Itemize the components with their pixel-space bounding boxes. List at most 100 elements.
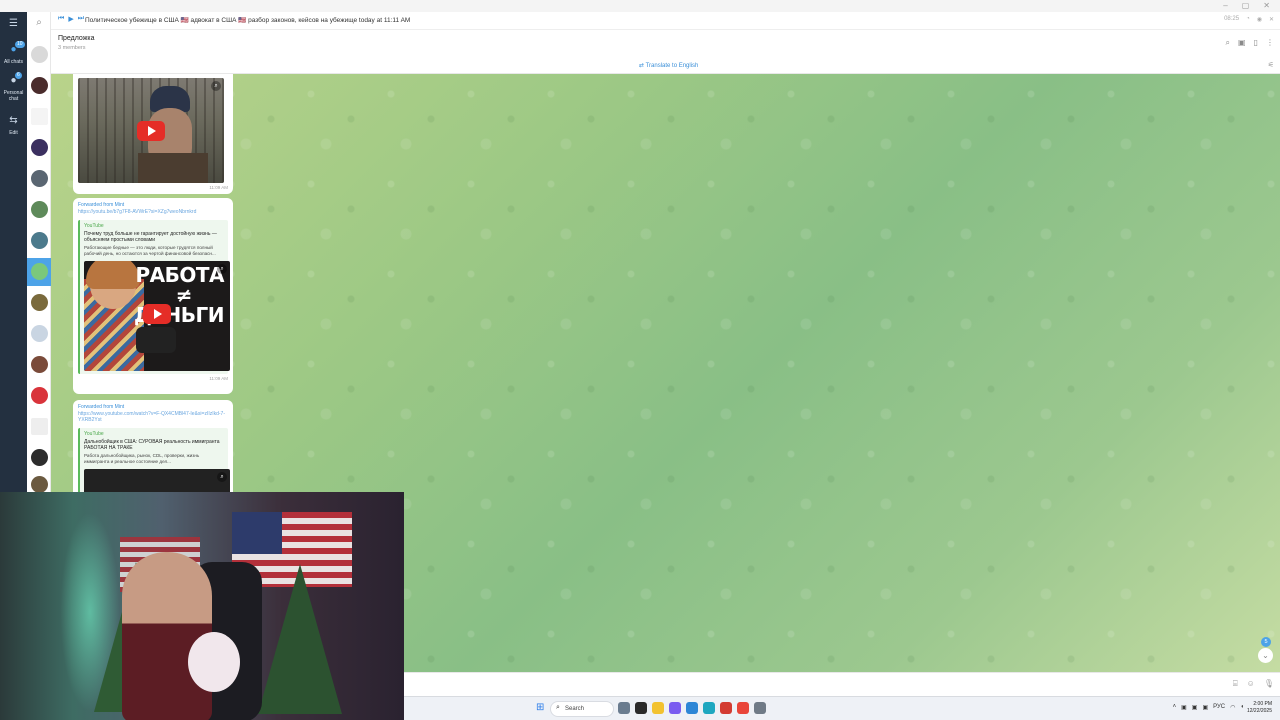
pinned-message-bar[interactable]: ⏮ ▶ ⏭ Политическое убежище в США 🇺🇸 адво… <box>51 12 1280 30</box>
message-bubble[interactable]: ⌕ 11:09 AM <box>73 74 233 194</box>
system-tray: ˄ ▣ ▣ ▣ РУС ◠ ◖ <box>1173 704 1244 711</box>
translate-bar: ⇄ Translate to English ⚟ <box>51 58 1280 74</box>
chat-title: Предложка <box>58 35 95 42</box>
webcam-plush-toy <box>188 632 240 692</box>
chat-avatar[interactable] <box>31 170 48 187</box>
tray-app-icon[interactable]: ▣ <box>1202 704 1208 711</box>
folder-edit[interactable]: ⇆ Edit <box>0 115 27 136</box>
video-thumbnail[interactable]: ⌕ <box>78 78 224 183</box>
header-actions: ⌕ ▣ ▯ ⋮ <box>1226 38 1274 48</box>
chat-avatar-logo[interactable] <box>31 418 48 435</box>
volume-icon[interactable]: ◉ <box>1257 16 1262 23</box>
minimize-button[interactable]: – <box>1223 0 1227 12</box>
video-thumbnail[interactable]: РАБОТА ≠ ДЕНЬГИ ⌕ <box>84 261 230 371</box>
taskbar-clock[interactable]: 2:00 PM 12/22/2025 <box>1247 701 1272 715</box>
chat-avatar[interactable] <box>31 232 48 249</box>
chat-avatar[interactable] <box>31 356 48 373</box>
personal-label: Personal chat <box>3 90 24 102</box>
chat-avatar-saved[interactable] <box>31 46 48 63</box>
chat-header[interactable]: Предложка 3 members ⌕ ▣ ▯ ⋮ <box>51 30 1280 58</box>
play-icon[interactable]: ▶ <box>68 15 73 23</box>
speed-icon[interactable]: ◔ <box>1246 16 1250 23</box>
chat-avatar[interactable] <box>31 139 48 156</box>
wifi-icon[interactable]: ◠ <box>1230 704 1235 711</box>
menu-button[interactable]: ☰ <box>0 18 27 30</box>
thumbnail-text: ≠ <box>175 283 193 307</box>
chevron-up-icon[interactable]: ˄ <box>1173 704 1177 711</box>
message-link[interactable]: https://www.youtube.com/watch?v=F-QX4CMB… <box>78 411 228 423</box>
language-indicator[interactable]: РУС <box>1213 704 1225 711</box>
edit-label: Edit <box>9 130 18 136</box>
close-icon[interactable]: ✕ <box>1269 16 1274 23</box>
unread-badge: 5 <box>1261 637 1271 647</box>
play-icon[interactable] <box>137 121 165 141</box>
forwarded-from[interactable]: Forwarded from Mint <box>78 202 228 208</box>
zoom-icon[interactable]: ⌕ <box>217 264 227 274</box>
search-icon[interactable]: ⌕ <box>1226 38 1230 48</box>
chat-avatar[interactable] <box>31 201 48 218</box>
chat-item-selected[interactable] <box>27 258 51 286</box>
message-bubble[interactable]: Forwarded from Mint https://youtu.be/b7g… <box>73 198 233 394</box>
chat-avatar[interactable] <box>31 325 48 342</box>
sliders-icon: ⇆ <box>9 115 18 126</box>
tray-app-icon[interactable]: ▣ <box>1192 704 1198 711</box>
more-icon[interactable]: ⋮ <box>1266 38 1274 48</box>
chat-avatar[interactable] <box>31 476 48 493</box>
chat-avatar[interactable] <box>31 77 48 94</box>
translate-icon: ⇄ <box>639 63 646 69</box>
flag-canton <box>232 512 282 554</box>
search-icon[interactable]: ⌕ <box>32 17 46 31</box>
settings-icon[interactable] <box>754 702 766 714</box>
commands-icon[interactable]: ⌸ <box>1233 679 1238 689</box>
taskbar-app-icon[interactable] <box>618 702 630 714</box>
chat-subtitle: 3 members <box>58 45 86 51</box>
sidebar-icon[interactable]: ▯ <box>1254 38 1258 48</box>
taskbar-app-icon[interactable] <box>635 702 647 714</box>
taskbar-search[interactable]: ⌕ Search <box>550 701 614 717</box>
zoom-icon[interactable]: ⌕ <box>217 472 227 482</box>
windows-start-icon[interactable]: ⊞ <box>536 703 546 713</box>
folder-all-chats[interactable]: ● 10 All chats <box>0 41 27 65</box>
taskbar-search-label: Search <box>565 706 585 712</box>
folder-icon[interactable] <box>652 702 664 714</box>
chat-avatar[interactable] <box>31 387 48 404</box>
emoji-icon[interactable]: ☺ <box>1247 679 1255 689</box>
preview-site: YouTube <box>84 431 104 437</box>
edge-icon[interactable] <box>703 702 715 714</box>
taskbar-app-icon[interactable] <box>720 702 732 714</box>
message-composer[interactable]: ⌸ ☺ 🎙 <box>404 672 1280 696</box>
forwarded-from[interactable]: Forwarded from Mint <box>78 404 228 410</box>
window-titlebar: – ▢ ✕ <box>0 0 1280 12</box>
next-icon[interactable]: ⏭ <box>78 15 84 23</box>
chat-avatar[interactable] <box>31 449 48 466</box>
zoom-icon[interactable]: ⌕ <box>211 81 221 91</box>
chat-avatar[interactable] <box>31 294 48 311</box>
close-window-button[interactable]: ✕ <box>1263 0 1270 12</box>
volume-icon[interactable]: ◖ <box>1240 704 1244 711</box>
comments-icon[interactable]: ▣ <box>1238 38 1246 48</box>
screen: – ▢ ✕ ☰ ● 10 All chats ● 6 Personal chat… <box>0 0 1280 720</box>
folder-personal[interactable]: ● 6 Personal chat <box>0 72 27 102</box>
telegram-icon[interactable] <box>686 702 698 714</box>
link-preview[interactable]: YouTube Почему труд больше не гарантируе… <box>78 220 230 374</box>
taskbar: ⊞ ⌕ Search ˄ ▣ ▣ ▣ РУС ◠ ◖ 2:00 PM 12/22… <box>404 696 1280 720</box>
link-preview[interactable]: YouTube Дальнобойщик в США: СУРОВАЯ реал… <box>78 428 230 502</box>
microphone-icon[interactable]: 🎙 <box>1264 679 1274 689</box>
chat-avatar-logo[interactable] <box>31 108 48 125</box>
composer-actions: ⌸ ☺ 🎙 <box>1233 679 1274 689</box>
scroll-down-button[interactable]: ⌄ <box>1258 648 1273 663</box>
translate-button[interactable]: ⇄ Translate to English <box>639 62 698 69</box>
thumbnail-jacket <box>138 153 208 183</box>
message-link[interactable]: https://youtu.be/b7g7F8-AVWrE?si=XZg7weo… <box>78 209 228 215</box>
play-icon[interactable] <box>143 304 171 324</box>
clock-date: 12/22/2025 <box>1246 708 1272 714</box>
previous-icon[interactable]: ⏮ <box>58 15 64 23</box>
maximize-button[interactable]: ▢ <box>1242 0 1250 12</box>
chrome-icon[interactable] <box>737 702 749 714</box>
tray-app-icon[interactable]: ▣ <box>1181 704 1187 711</box>
taskbar-app-icon[interactable] <box>669 702 681 714</box>
settings-icon[interactable]: ⚟ <box>1268 61 1274 69</box>
preview-site: YouTube <box>84 223 104 229</box>
personal-badge: 6 <box>15 72 22 79</box>
message-time: 11:09 AM <box>209 185 228 190</box>
